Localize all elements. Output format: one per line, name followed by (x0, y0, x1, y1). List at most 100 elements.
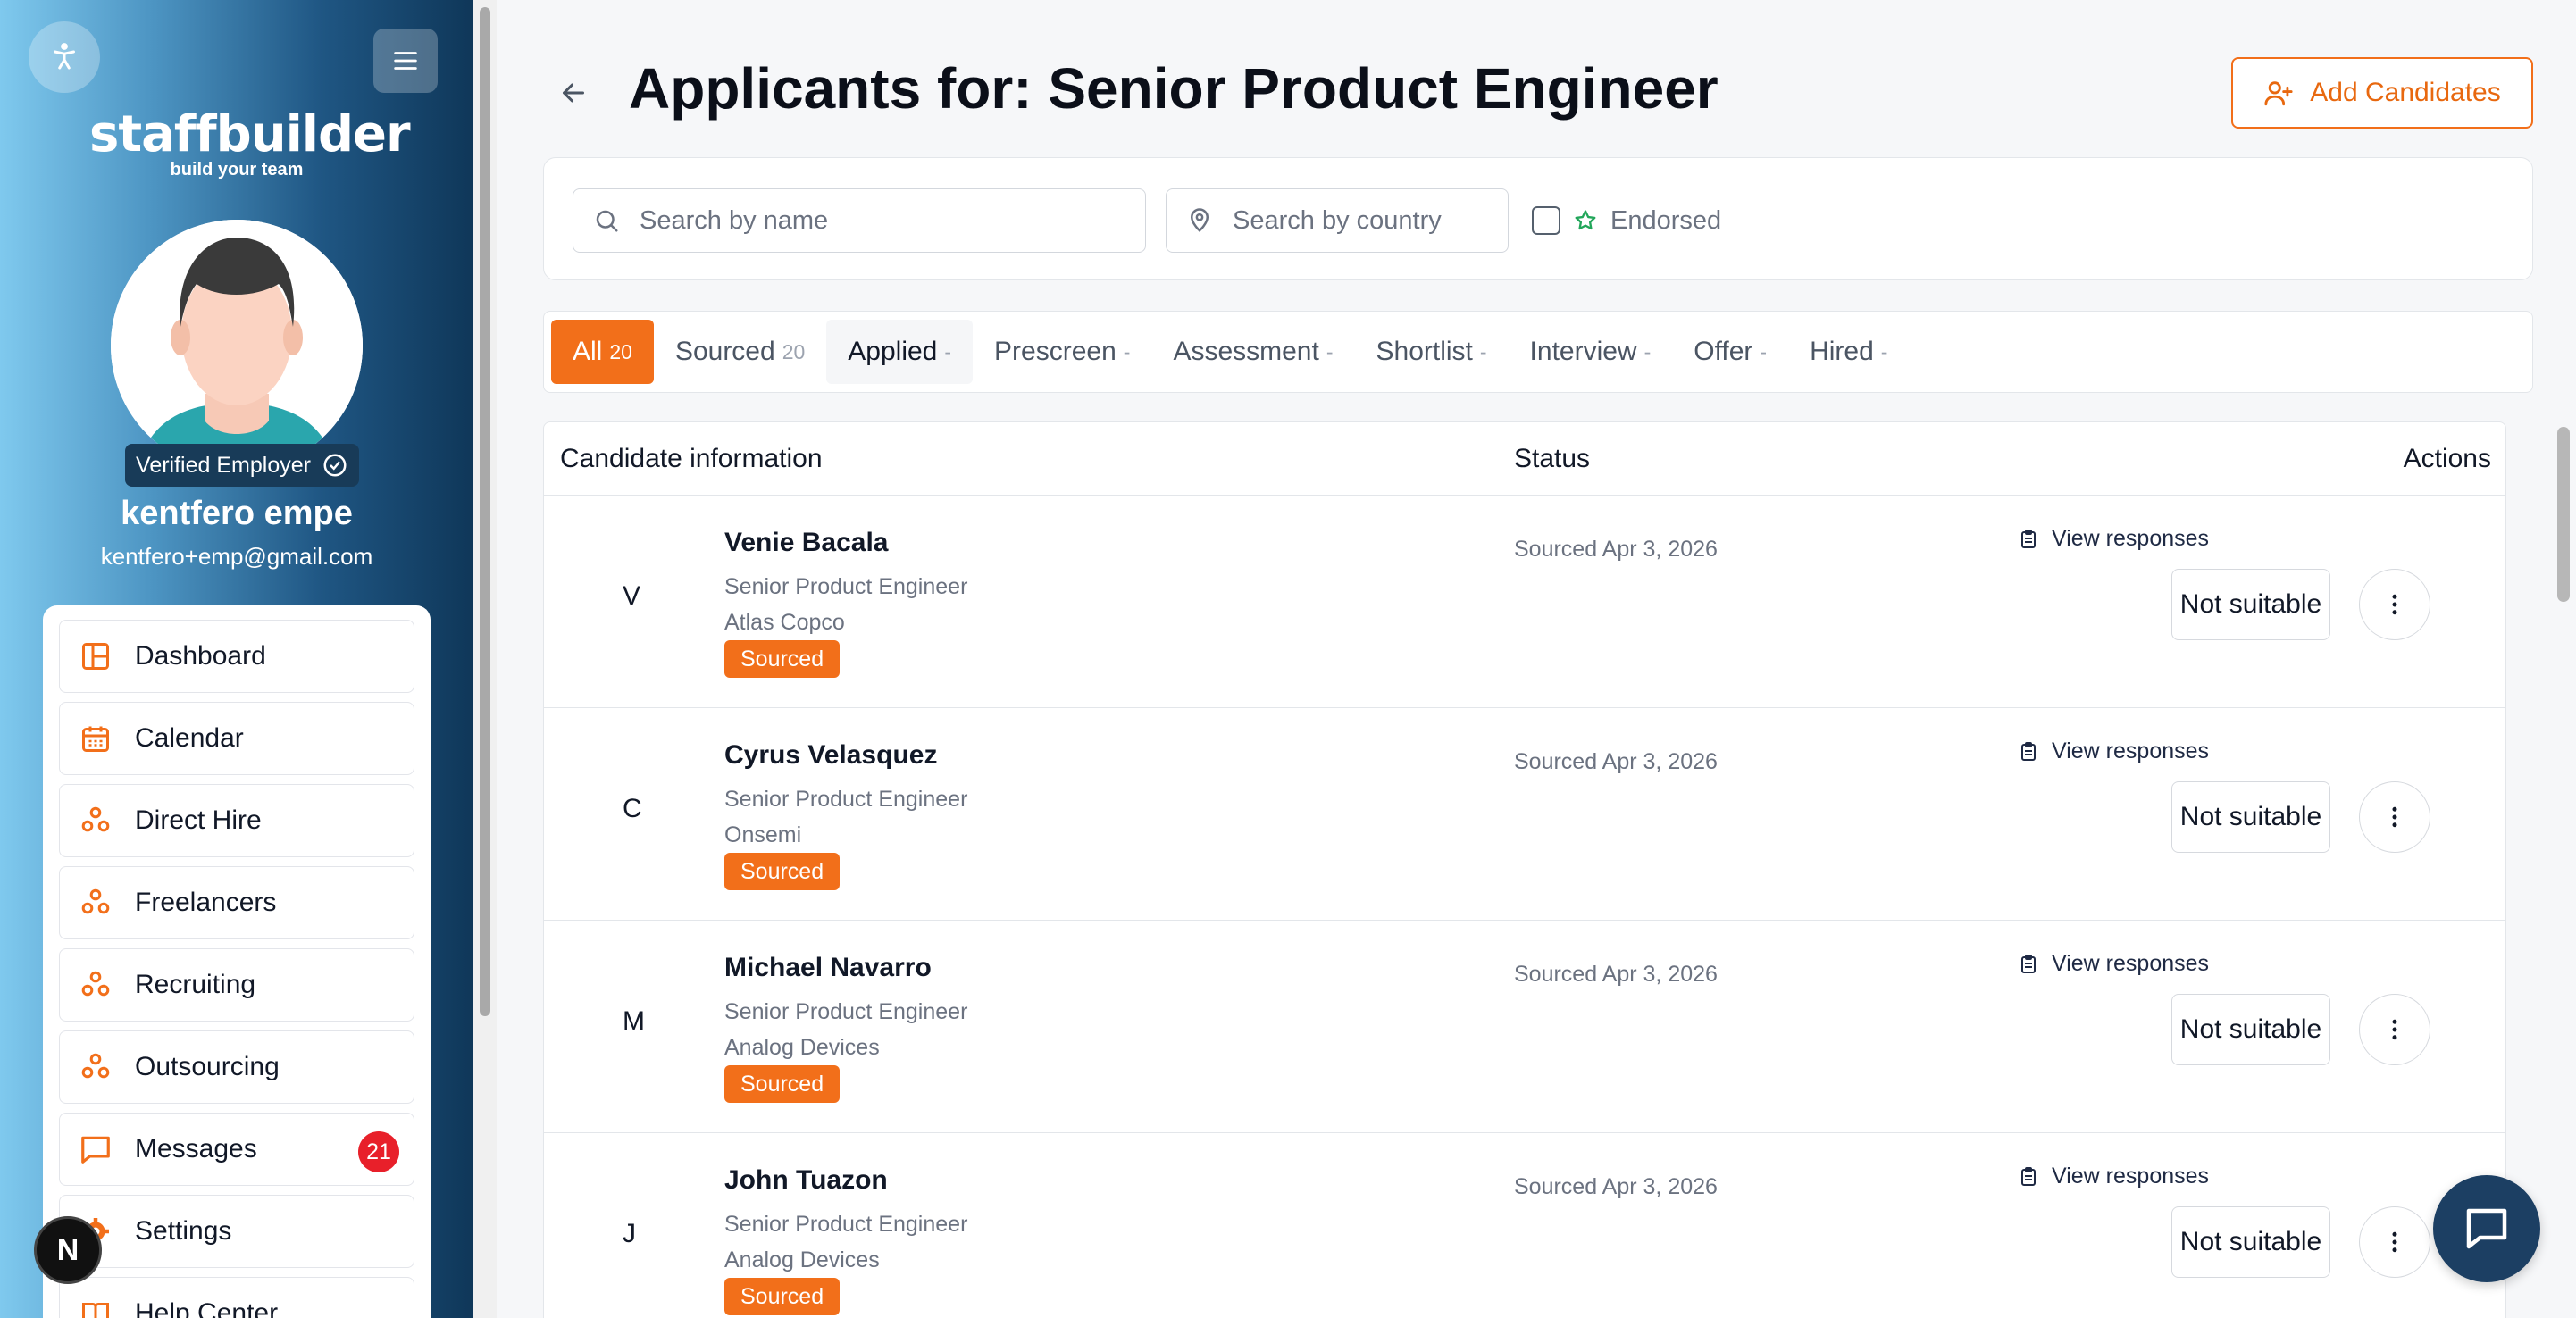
sidebar-item-direct-hire[interactable]: Direct Hire (59, 784, 414, 857)
table-header: Candidate information Status Actions (544, 422, 2505, 496)
sidebar-scrollbar-thumb[interactable] (480, 7, 490, 1016)
candidate-initial: V (623, 581, 641, 611)
book-icon (78, 1296, 113, 1318)
sidebar-scrollbar[interactable] (473, 0, 497, 1318)
table-scrollbar[interactable] (2553, 421, 2576, 1318)
candidate-company: Onsemi (724, 822, 802, 847)
view-responses-link[interactable]: View responses (2018, 1164, 2209, 1189)
view-responses-link[interactable]: View responses (2018, 526, 2209, 552)
back-button[interactable] (547, 66, 600, 120)
tab-sourced[interactable]: Sourced 20 (654, 320, 826, 384)
user-email: kentfero+emp@gmail.com (100, 543, 373, 570)
tab-count: - (1326, 339, 1334, 363)
tab-count: - (1880, 339, 1888, 363)
search-name-placeholder: Search by name (640, 205, 829, 235)
endorsed-label: Endorsed (1610, 205, 1722, 235)
not-suitable-button[interactable]: Not suitable (2171, 781, 2330, 853)
search-country-input[interactable]: Search by country (1166, 188, 1509, 253)
table-scrollbar-thumb[interactable] (2557, 427, 2570, 602)
search-name-input[interactable]: Search by name (573, 188, 1146, 253)
tab-label: Hired (1810, 337, 1874, 366)
tab-label: Assessment (1173, 337, 1319, 366)
tab-count: - (1643, 339, 1652, 363)
view-responses-label: View responses (2052, 526, 2210, 551)
candidate-title: Senior Product Engineer (724, 574, 968, 599)
tab-count: - (1123, 339, 1131, 363)
verified-label: Verified Employer (136, 452, 311, 478)
tab-offer[interactable]: Offer - (1672, 320, 1788, 384)
arrow-left-icon (563, 83, 584, 103)
candidate-initial: J (623, 1219, 636, 1248)
not-suitable-button[interactable]: Not suitable (2171, 994, 2330, 1065)
hamburger-menu-button[interactable] (373, 29, 438, 93)
page-title: Applicants for: Senior Product Engineer (629, 56, 1719, 121)
more-vertical-icon (2392, 1231, 2397, 1253)
search-icon (596, 210, 618, 232)
sidebar-item-help-center[interactable]: Help Center (59, 1277, 414, 1318)
tab-label: Shortlist (1376, 337, 1473, 366)
n-floating-button[interactable]: N (34, 1216, 102, 1284)
candidate-name[interactable]: Cyrus Velasquez (724, 740, 937, 771)
tab-prescreen[interactable]: Prescreen - (973, 320, 1151, 384)
clipboard-icon (2021, 1166, 2036, 1186)
not-suitable-button[interactable]: Not suitable (2171, 1206, 2330, 1278)
column-header-actions: Actions (2403, 444, 2491, 473)
more-options-button[interactable] (2359, 994, 2430, 1065)
endorsed-checkbox[interactable] (1532, 206, 1560, 235)
sidebar-item-recruiting[interactable]: Recruiting (59, 948, 414, 1022)
candidate-title: Senior Product Engineer (724, 787, 968, 812)
endorsed-filter[interactable]: Endorsed (1532, 201, 1721, 240)
sidebar-item-calendar[interactable]: Calendar (59, 702, 414, 775)
sidebar-item-settings[interactable]: Settings (59, 1195, 414, 1268)
candidate-company: Analog Devices (724, 1247, 880, 1272)
candidate-status: Sourced Apr 3, 2026 (1514, 537, 1718, 562)
sidebar-item-label: Freelancers (135, 888, 277, 917)
tab-count: - (944, 339, 952, 363)
candidate-status: Sourced Apr 3, 2026 (1514, 749, 1718, 774)
people-icon (78, 885, 113, 921)
add-candidates-label: Add Candidates (2310, 78, 2501, 107)
accessibility-button[interactable] (29, 21, 100, 93)
tab-hired[interactable]: Hired - (1788, 320, 1909, 384)
more-options-button[interactable] (2359, 569, 2430, 640)
tab-count: 20 (782, 339, 806, 363)
view-responses-label: View responses (2052, 738, 2210, 763)
sidebar-item-outsourcing[interactable]: Outsourcing (59, 1030, 414, 1104)
search-country-placeholder: Search by country (1233, 205, 1442, 235)
tab-applied[interactable]: Applied - (826, 320, 974, 384)
sourced-pill: Sourced (724, 853, 841, 890)
sidebar-item-label: Messages (135, 1134, 257, 1164)
more-vertical-icon (2392, 806, 2397, 828)
tab-assessment[interactable]: Assessment - (1151, 320, 1354, 384)
candidate-name[interactable]: John Tuazon (724, 1165, 888, 1196)
sidebar-item-dashboard[interactable]: Dashboard (59, 620, 414, 693)
tab-interview[interactable]: Interview - (1509, 320, 1673, 384)
candidate-name[interactable]: Michael Navarro (724, 953, 932, 983)
sidebar-item-label: Direct Hire (135, 805, 262, 835)
sidebar-item-label: Outsourcing (135, 1052, 280, 1081)
clipboard-icon (2021, 529, 2036, 548)
tab-all[interactable]: All 20 (551, 320, 654, 384)
candidate-name[interactable]: Venie Bacala (724, 528, 888, 558)
applicants-table: Candidate information Status Actions V V… (543, 421, 2506, 1318)
column-header-candidate: Candidate information (560, 444, 823, 473)
sidebar: staffbuilder build your team Verified Em… (0, 0, 473, 1318)
view-responses-label: View responses (2052, 951, 2210, 976)
more-vertical-icon (2392, 1019, 2397, 1040)
view-responses-link[interactable]: View responses (2018, 738, 2209, 764)
column-header-status: Status (1514, 444, 1591, 473)
add-user-icon (2264, 81, 2293, 106)
add-candidates-button[interactable]: Add Candidates (2231, 57, 2533, 129)
sidebar-item-freelancers[interactable]: Freelancers (59, 866, 414, 939)
more-options-button[interactable] (2359, 781, 2430, 853)
candidate-title: Senior Product Engineer (724, 1212, 968, 1237)
dashboard-icon (78, 638, 113, 674)
sidebar-item-messages[interactable]: Messages 21 (59, 1113, 414, 1186)
more-options-button[interactable] (2359, 1206, 2430, 1278)
tab-shortlist[interactable]: Shortlist - (1355, 320, 1509, 384)
view-responses-link[interactable]: View responses (2018, 951, 2209, 977)
table-row: M Michael Navarro Senior Product Enginee… (544, 921, 2505, 1133)
tab-label: Interview (1529, 337, 1637, 366)
not-suitable-button[interactable]: Not suitable (2171, 569, 2330, 640)
chat-support-button[interactable] (2433, 1175, 2540, 1282)
